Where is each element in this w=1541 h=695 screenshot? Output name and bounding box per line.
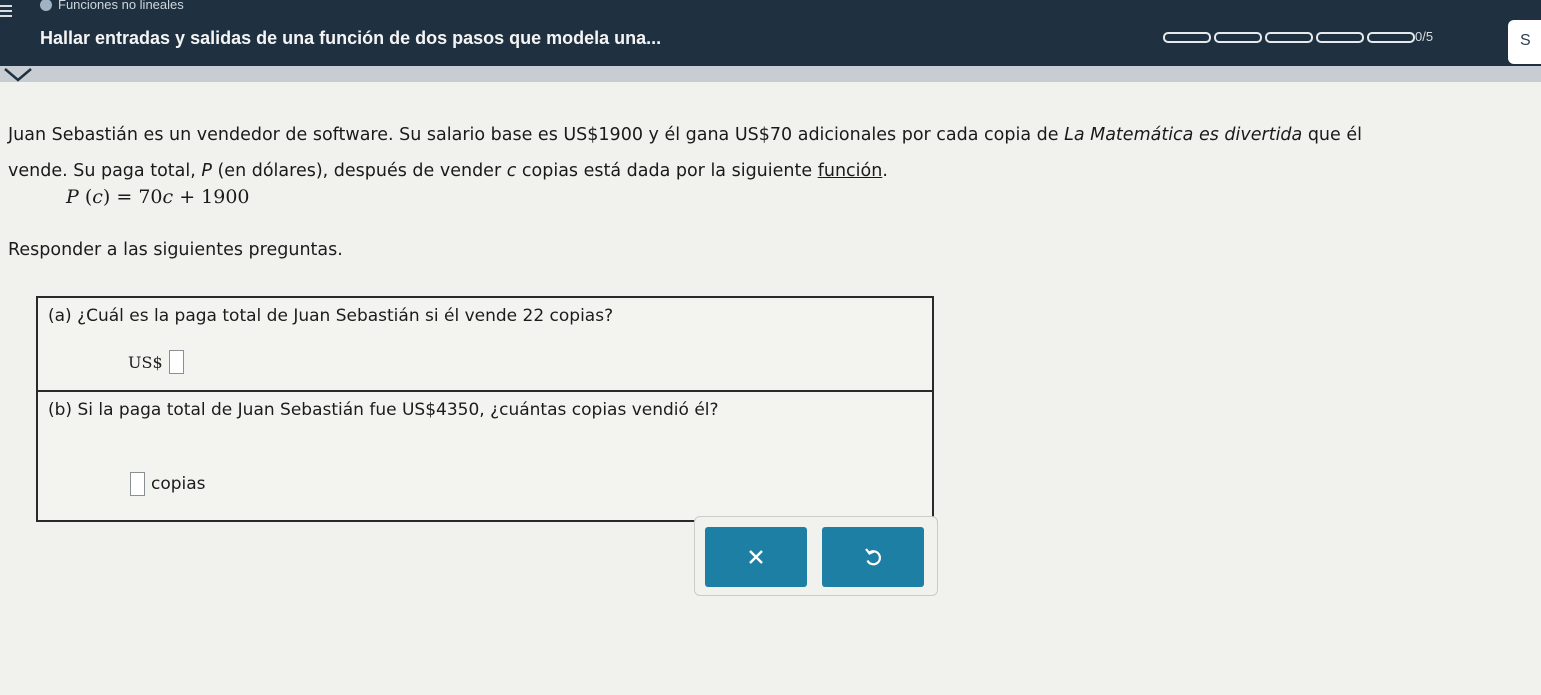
statement-text: copias está dada por la siguiente (516, 161, 818, 181)
eq-function-name: P (66, 186, 79, 208)
question-box: (a) ¿Cuál es la paga total de Juan Sebas… (36, 296, 934, 522)
progress-segment (1367, 32, 1415, 43)
topic-text: Funciones no lineales (58, 0, 184, 12)
statement-text: . (882, 161, 888, 181)
answer-b-input[interactable] (130, 472, 145, 496)
instructions: Responder a las siguientes preguntas. (8, 240, 343, 260)
page-title: Hallar entradas y salidas de una función… (40, 28, 662, 48)
currency-prefix: US$ (128, 352, 163, 372)
progress-segment (1163, 32, 1211, 43)
progress-segment (1214, 32, 1262, 43)
progress-bar (1163, 32, 1415, 43)
answer-a-row: US$ (128, 350, 184, 374)
eq-constant: 1900 (201, 186, 250, 208)
collapse-bar[interactable] (0, 66, 1541, 82)
function-glossary-link[interactable]: función (818, 161, 883, 181)
undo-button[interactable] (822, 527, 924, 587)
progress-segment (1265, 32, 1313, 43)
eq-paren: ( (78, 186, 93, 208)
undo-icon (865, 548, 881, 566)
topic-dot-icon (40, 0, 52, 11)
action-buttons (694, 516, 938, 596)
eq-paren: ) = (102, 186, 139, 208)
statement-text: que él (1302, 125, 1362, 145)
chevron-down-icon[interactable] (2, 66, 34, 84)
statement-text: (en dólares), después de vender (211, 161, 507, 181)
variable-c: c (506, 161, 517, 181)
clear-button[interactable] (705, 527, 807, 587)
topic-label: Funciones no lineales (40, 0, 184, 12)
eq-plus: + (173, 186, 202, 208)
close-icon (749, 550, 763, 564)
top-bar: Funciones no lineales Hallar entradas y … (0, 0, 1541, 66)
question-a: (a) ¿Cuál es la paga total de Juan Sebas… (38, 298, 932, 392)
progress-segment (1316, 32, 1364, 43)
variable-p: P (201, 161, 212, 181)
hamburger-menu-icon[interactable] (0, 2, 16, 17)
statement-text: vende. Su paga total, (8, 161, 202, 181)
statement-text: Juan Sebastián es un vendedor de softwar… (8, 125, 1065, 145)
problem-statement: Juan Sebastián es un vendedor de softwar… (8, 117, 1528, 189)
question-a-text: (a) ¿Cuál es la paga total de Juan Sebas… (48, 306, 614, 326)
eq-argument: c (92, 186, 103, 208)
question-b-text: (b) Si la paga total de Juan Sebastián f… (48, 400, 719, 420)
answer-a-input[interactable] (168, 350, 184, 374)
question-b: (b) Si la paga total de Juan Sebastián f… (38, 392, 932, 520)
progress-count: 0/5 (1415, 29, 1434, 44)
book-title: La Matemática es divertida (1064, 125, 1303, 145)
answer-b-row: copias (130, 472, 206, 496)
function-equation: P (c) = 70c + 1900 (66, 186, 250, 208)
eq-coefficient: 70 (138, 186, 163, 208)
copies-suffix: copias (151, 474, 206, 494)
eq-variable: c (162, 186, 174, 208)
side-panel-tab[interactable]: S (1508, 20, 1541, 64)
